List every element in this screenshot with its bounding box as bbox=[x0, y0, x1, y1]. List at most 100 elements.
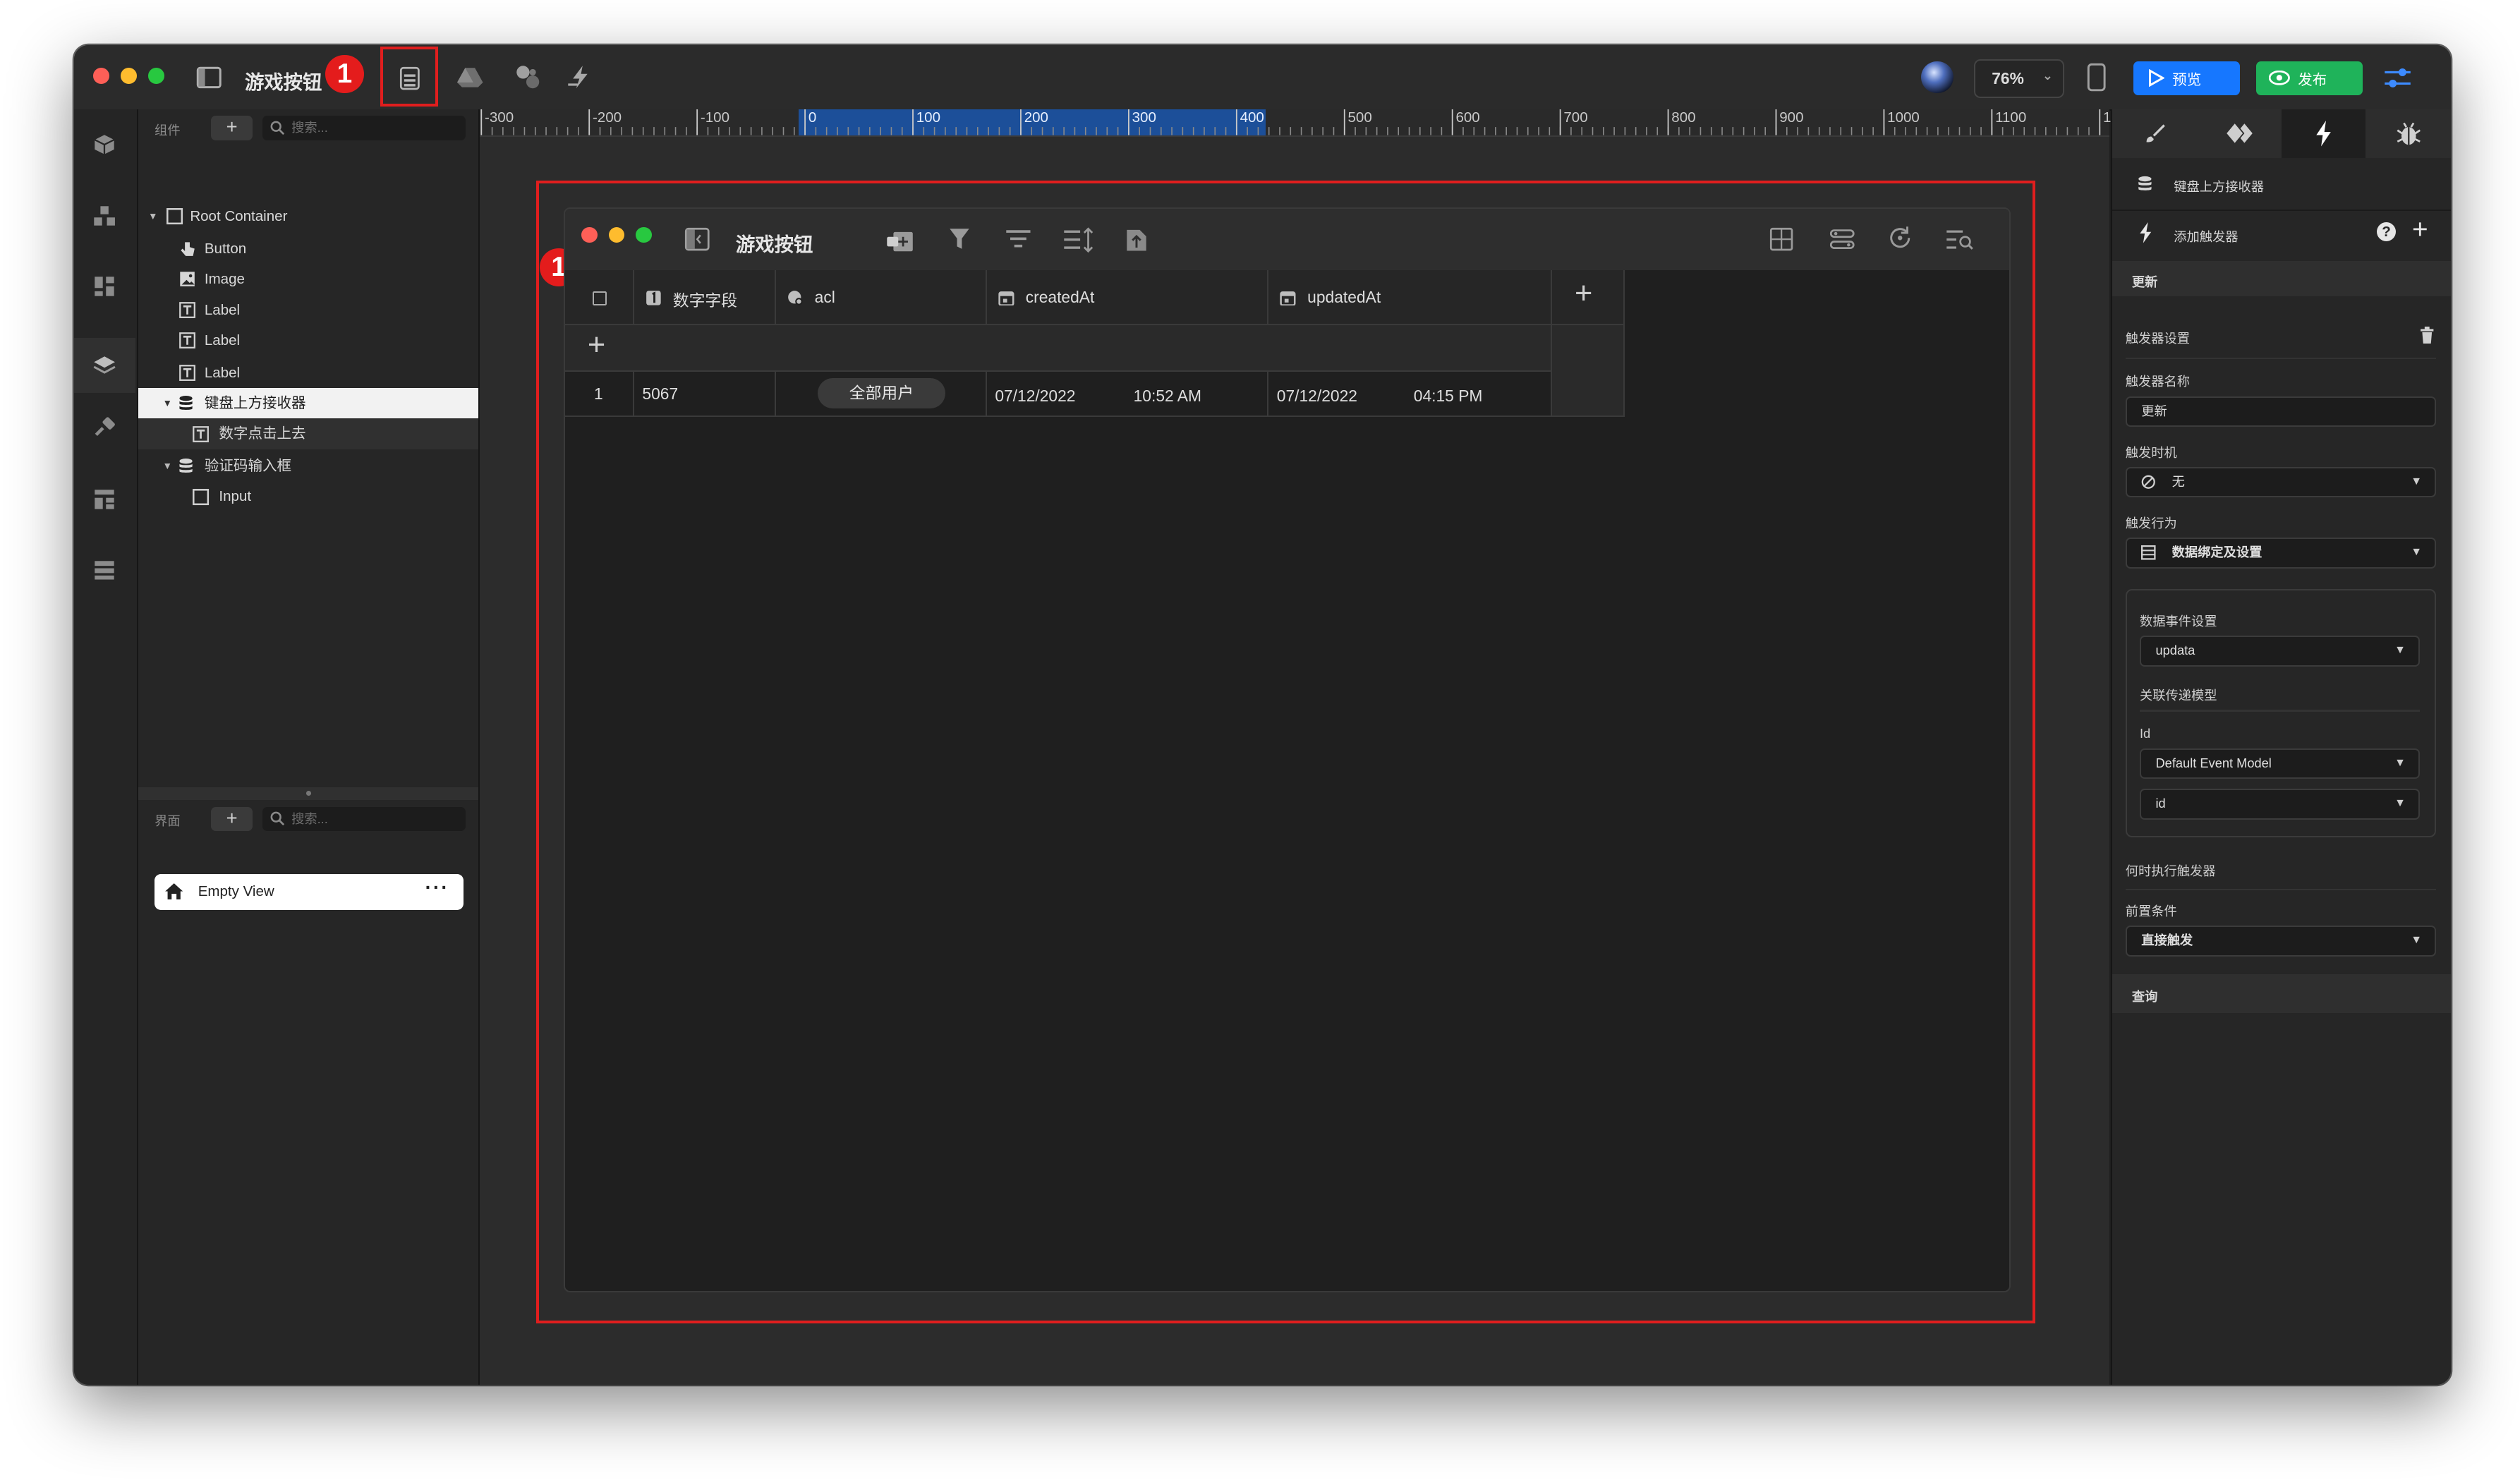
hammer-icon[interactable] bbox=[87, 411, 122, 446]
more-options-icon[interactable]: ··· bbox=[425, 870, 449, 905]
views-label: 界面 bbox=[155, 813, 181, 829]
text-icon bbox=[179, 364, 196, 381]
tree-row-captcha-input[interactable]: ▼ 验证码输入框 bbox=[138, 451, 478, 481]
cell-number[interactable]: 5067 bbox=[634, 371, 776, 417]
trigger-timing-select[interactable]: 无 ▼ bbox=[2125, 466, 2437, 498]
data-event-label: 数据事件设置 bbox=[2139, 614, 2217, 629]
tab-components[interactable] bbox=[2198, 109, 2282, 157]
database-icon bbox=[2138, 176, 2152, 190]
components-panel: 组件 + 搜索... ▼ Root Container Button Image… bbox=[138, 109, 480, 1385]
trigger-item-update[interactable]: 更新 bbox=[2112, 260, 2452, 296]
fit-screen-icon[interactable] bbox=[1769, 227, 1793, 251]
device-phone-icon[interactable] bbox=[2087, 63, 2106, 92]
tree-row-label[interactable]: Label bbox=[138, 295, 478, 325]
chevron-down-icon: ▼ bbox=[2394, 757, 2406, 770]
sidebar-toggle-icon[interactable] bbox=[196, 66, 222, 89]
tree-label: 键盘上方接收器 bbox=[204, 395, 306, 412]
help-icon[interactable]: ? bbox=[2376, 222, 2397, 242]
event-model-value: Default Event Model bbox=[2155, 756, 2272, 771]
blocks-icon[interactable] bbox=[87, 481, 122, 516]
tab-style[interactable] bbox=[2112, 109, 2196, 157]
column-header-acl[interactable]: acl bbox=[775, 270, 987, 325]
export-icon[interactable] bbox=[1125, 225, 1148, 253]
add-field-icon[interactable] bbox=[885, 227, 914, 253]
cube-icon[interactable] bbox=[87, 127, 122, 162]
layers-icon[interactable] bbox=[73, 338, 135, 393]
tree-label: Label bbox=[204, 332, 241, 349]
calendar-icon bbox=[998, 291, 1014, 306]
layout-icon[interactable] bbox=[87, 269, 122, 304]
inner-minimize-button[interactable] bbox=[608, 226, 625, 243]
ruler-tick-label: 0 bbox=[808, 109, 817, 126]
ruler-tick-label: 900 bbox=[1779, 109, 1804, 126]
tree-row-input[interactable]: Input bbox=[138, 481, 478, 511]
tree-row-digit-label[interactable]: 数字点击上去 bbox=[138, 418, 478, 449]
assets-icon[interactable] bbox=[515, 64, 541, 90]
sort-icon[interactable] bbox=[1005, 229, 1032, 250]
inner-close-button[interactable] bbox=[581, 226, 598, 243]
disclosure-down-icon[interactable]: ▼ bbox=[163, 451, 173, 481]
actions-icon[interactable] bbox=[567, 64, 595, 90]
add-trigger-button[interactable]: + bbox=[2412, 214, 2428, 245]
disclosure-down-icon[interactable]: ▼ bbox=[148, 201, 158, 231]
zoom-window-button[interactable] bbox=[147, 67, 164, 84]
row-height-icon[interactable] bbox=[1062, 226, 1095, 253]
tree-row-label[interactable]: Label bbox=[138, 358, 478, 388]
tree-row-root-container[interactable]: ▼ Root Container bbox=[138, 201, 478, 231]
lightning-icon bbox=[2316, 121, 2331, 147]
add-view-button[interactable]: + bbox=[210, 806, 253, 831]
search-records-icon[interactable] bbox=[1945, 227, 1974, 251]
tab-debug[interactable] bbox=[2367, 109, 2451, 157]
drive-icon[interactable] bbox=[457, 66, 483, 89]
settings-sliders-icon[interactable] bbox=[2383, 66, 2412, 89]
trash-icon[interactable] bbox=[2420, 327, 2435, 344]
filter-icon[interactable] bbox=[948, 227, 971, 251]
database-table-icon[interactable] bbox=[399, 66, 420, 90]
tree-row-button[interactable]: Button bbox=[138, 233, 478, 264]
top-toolbar: 游戏按钮 1 76% ⌄ 预览 发布 bbox=[73, 44, 2452, 111]
view-item-empty-view[interactable]: Empty View ··· bbox=[155, 874, 464, 910]
list-icon[interactable] bbox=[87, 552, 122, 588]
zoom-select[interactable]: 76% ⌄ bbox=[1974, 59, 2064, 98]
design-canvas[interactable]: -300 -200 -100 0 100 200 300 400 500 600 700 800 900… bbox=[480, 109, 2119, 1385]
column-header-created-at[interactable]: createdAt bbox=[986, 270, 1269, 325]
preview-button[interactable]: 预览 bbox=[2133, 61, 2241, 95]
tree-row-label[interactable]: Label bbox=[138, 325, 478, 356]
add-column-button[interactable]: + bbox=[1552, 270, 1625, 325]
trigger-action-select[interactable]: 数据绑定及设置 ▼ bbox=[2125, 538, 2437, 569]
close-window-button[interactable] bbox=[93, 67, 110, 84]
disclosure-down-icon[interactable]: ▼ bbox=[163, 388, 173, 418]
inspector-panel: 键盘上方接收器 添加触发器 ? + 更新 触发器设置 触发器名称 更新 触发时机… bbox=[2111, 109, 2452, 1385]
refresh-icon[interactable] bbox=[1887, 225, 1913, 251]
view-search-input[interactable]: 搜索... bbox=[262, 806, 466, 831]
cell-updated-at[interactable]: 07/12/2022 04:15 PM bbox=[1268, 371, 1553, 417]
field-settings-icon[interactable] bbox=[1829, 227, 1855, 251]
horizontal-ruler[interactable]: -300 -200 -100 0 100 200 300 400 500 600 700 800 900… bbox=[480, 109, 2119, 137]
component-search-input[interactable]: 搜索... bbox=[262, 116, 466, 140]
tab-triggers[interactable] bbox=[2282, 109, 2365, 158]
publish-button[interactable]: 发布 bbox=[2255, 61, 2363, 95]
panel-resize-handle[interactable] bbox=[138, 787, 478, 801]
add-row-button[interactable]: + bbox=[564, 324, 1553, 372]
user-avatar[interactable] bbox=[1921, 61, 1953, 94]
cell-created-at[interactable]: 07/12/2022 10:52 AM bbox=[986, 371, 1269, 417]
trigger-name-input[interactable]: 更新 bbox=[2125, 396, 2437, 427]
tree-row-keyboard-receiver[interactable]: ▼ 键盘上方接收器 bbox=[138, 388, 478, 419]
minimize-window-button[interactable] bbox=[121, 67, 137, 84]
data-event-select[interactable]: updata ▼ bbox=[2139, 636, 2421, 667]
tree-row-image[interactable]: Image bbox=[138, 264, 478, 294]
precondition-value: 直接触发 bbox=[2141, 933, 2193, 948]
select-all-checkbox[interactable] bbox=[592, 291, 607, 305]
cubes-icon[interactable] bbox=[87, 198, 122, 233]
event-model-select[interactable]: Default Event Model ▼ bbox=[2139, 748, 2421, 780]
row-index-cell[interactable]: 1 bbox=[564, 371, 635, 417]
column-header-number[interactable]: 数字字段 bbox=[634, 270, 776, 325]
inner-zoom-button[interactable] bbox=[636, 226, 653, 243]
id-select[interactable]: id ▼ bbox=[2139, 789, 2421, 820]
add-component-button[interactable]: + bbox=[210, 116, 253, 140]
cell-acl[interactable]: 全部用户 bbox=[775, 371, 987, 417]
precondition-select[interactable]: 直接触发 ▼ bbox=[2125, 926, 2437, 957]
trigger-section-query[interactable]: 查询 bbox=[2112, 973, 2452, 1013]
column-header-updated-at[interactable]: updatedAt bbox=[1268, 270, 1553, 325]
sidebar-collapse-icon[interactable] bbox=[684, 227, 710, 251]
